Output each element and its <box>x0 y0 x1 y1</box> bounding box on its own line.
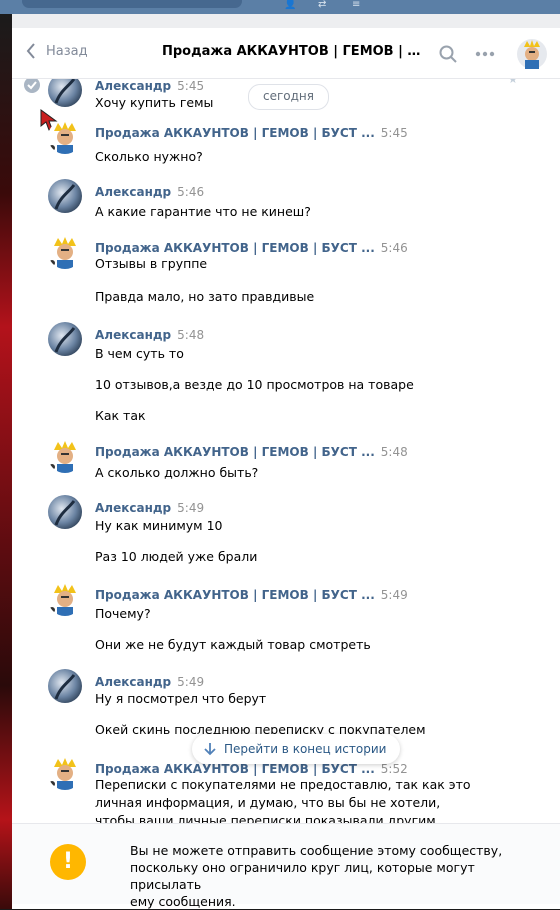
message-author-name[interactable]: Александр <box>95 79 171 93</box>
scroll-to-end-label: Перейти в конец истории <box>224 742 387 756</box>
message-time[interactable]: 5:45 <box>381 126 408 140</box>
chat-title[interactable]: Продажа АККАУНТОВ | ГЕМОВ | БУСТ <box>162 44 424 59</box>
scroll-to-end-button[interactable]: Перейти в конец истории <box>192 734 401 764</box>
cannot-send-notice: ! Вы не можете отправить сообщение этому… <box>12 823 560 909</box>
message-text: Хочу купить гемы <box>95 95 214 110</box>
avatar[interactable] <box>48 179 82 213</box>
browser-address-pill[interactable] <box>22 0 242 8</box>
avatar[interactable] <box>48 669 82 703</box>
message-text: Сколько нужно? <box>95 149 203 164</box>
message-text: чтобы ваши личные переписки показывали д… <box>95 813 436 823</box>
check-icon[interactable] <box>24 79 40 96</box>
avatar[interactable] <box>48 582 82 616</box>
message-time[interactable]: 5:49 <box>381 588 408 602</box>
message-text: Раз 10 людей уже брали <box>95 549 258 564</box>
message-author-name[interactable]: Продажа АККАУНТОВ | ГЕМОВ | БУСТ ... <box>95 588 375 602</box>
message-text: 10 отзывов,а везде до 10 просмотров на т… <box>95 377 414 392</box>
more-icon[interactable] <box>475 51 495 57</box>
community-avatar[interactable] <box>517 39 547 69</box>
avatar[interactable] <box>48 322 82 356</box>
message-author[interactable]: Продажа АККАУНТОВ | ГЕМОВ | БУСТ ... 5:52 <box>95 762 408 776</box>
message-time[interactable]: 5:46 <box>177 185 204 199</box>
menu-icon[interactable]: ≡ <box>352 0 360 10</box>
avatar[interactable] <box>48 120 82 154</box>
message-author-name[interactable]: Продажа АККАУНТОВ | ГЕМОВ | БУСТ ... <box>95 762 375 776</box>
background-decoration <box>0 14 12 909</box>
chat-header: Назад Продажа АККАУНТОВ | ГЕМОВ | БУСТ <box>12 28 560 79</box>
avatar[interactable] <box>48 756 82 790</box>
notice-text: Вы не можете отправить сообщение этому с… <box>130 843 503 909</box>
avatar[interactable] <box>48 439 82 473</box>
star-icon[interactable]: ★ <box>508 79 518 86</box>
message-list: ★ сегодня Александр 5:45 Хочу купить гемы П… <box>12 79 560 823</box>
message-author-name[interactable]: Продажа АККАУНТОВ | ГЕМОВ | БУСТ ... <box>95 445 375 459</box>
back-button[interactable]: Назад <box>26 43 88 59</box>
share-icon[interactable]: ⇄ <box>318 0 326 10</box>
message-author[interactable]: Александр 5:49 <box>95 675 204 689</box>
message-author[interactable]: Продажа АККАУНТОВ | ГЕМОВ | БУСТ ... 5:49 <box>95 588 408 602</box>
page-gap <box>12 14 560 28</box>
date-separator: сегодня <box>248 84 329 110</box>
message-author-name[interactable]: Александр <box>95 328 171 342</box>
message-text: Почему? <box>95 606 151 621</box>
message-author[interactable]: Александр 5:46 <box>95 185 204 199</box>
message-time[interactable]: 5:45 <box>177 79 204 93</box>
message-author-name[interactable]: Продажа АККАУНТОВ | ГЕМОВ | БУСТ ... <box>95 241 375 255</box>
arrow-down-icon <box>204 743 216 756</box>
message-author[interactable]: Продажа АККАУНТОВ | ГЕМОВ | БУСТ ... 5:48 <box>95 445 408 459</box>
message-text: А сколько должно быть? <box>95 465 259 480</box>
message-time[interactable]: 5:49 <box>177 675 204 689</box>
message-author[interactable]: Продажа АККАУНТОВ | ГЕМОВ | БУСТ ... 5:45 <box>95 126 408 140</box>
message-author[interactable]: Александр 5:48 <box>95 328 204 342</box>
message-time[interactable]: 5:48 <box>381 445 408 459</box>
message-text: Отзывы в группе <box>95 256 208 271</box>
message-text: Ну я посмотрел что берут <box>95 691 267 706</box>
user-icon[interactable]: 👤 <box>284 0 296 10</box>
message-text: В чем суть то <box>95 346 184 361</box>
message-author[interactable]: Продажа АККАУНТОВ | ГЕМОВ | БУСТ ... 5:46 <box>95 241 408 255</box>
chat-panel: Назад Продажа АККАУНТОВ | ГЕМОВ | БУСТ ★… <box>12 28 560 909</box>
message-text: Они же не будут каждый товар смотреть <box>95 637 371 652</box>
avatar[interactable] <box>48 495 82 529</box>
warning-icon: ! <box>50 844 86 880</box>
avatar[interactable] <box>48 235 82 269</box>
message-text: Переписки с покупателями не предоставлю,… <box>95 777 471 792</box>
chevron-left-icon <box>26 43 35 59</box>
message-author-name[interactable]: Александр <box>95 501 171 515</box>
message-time[interactable]: 5:46 <box>381 241 408 255</box>
message-text: Ну как минимум 10 <box>95 518 223 533</box>
message-text: личная информация, и думаю, что вы бы не… <box>95 795 441 810</box>
message-time[interactable]: 5:52 <box>381 762 408 776</box>
browser-top-bar: 👤 ⇄ ≡ <box>0 0 560 14</box>
message-text: А какие гарантие что не кинеш? <box>95 204 311 219</box>
back-label: Назад <box>46 43 88 59</box>
message-time[interactable]: 5:49 <box>177 501 204 515</box>
message-time[interactable]: 5:48 <box>177 328 204 342</box>
message-author-name[interactable]: Александр <box>95 185 171 199</box>
message-author-name[interactable]: Александр <box>95 675 171 689</box>
avatar[interactable] <box>48 79 82 107</box>
message-author[interactable]: Александр 5:45 <box>95 79 204 93</box>
message-author-name[interactable]: Продажа АККАУНТОВ | ГЕМОВ | БУСТ ... <box>95 126 375 140</box>
message-text: Как так <box>95 408 146 423</box>
message-author[interactable]: Александр 5:49 <box>95 501 204 515</box>
search-icon[interactable] <box>439 45 457 63</box>
message-text: Правда мало, но зато правдивые <box>95 289 315 304</box>
